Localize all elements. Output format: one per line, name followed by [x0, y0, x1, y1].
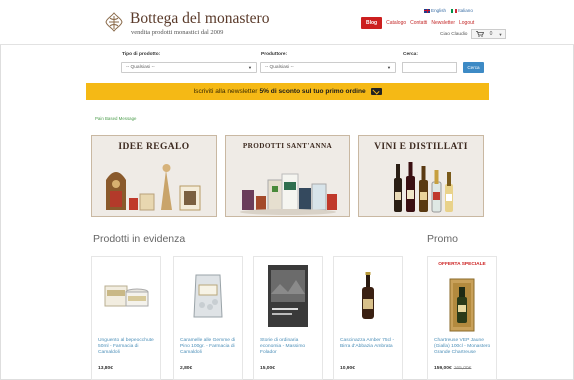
category-gift-ideas[interactable]: IDEE REGALO — [91, 135, 217, 217]
promo-product-card[interactable]: OFFERTA SPECIALE Chartreuse VEP Jaune (G… — [427, 256, 497, 380]
newsletter-discount: 5% di sconto sul tuo primo ordine — [259, 88, 366, 95]
monastery-logo-icon[interactable] — [103, 11, 125, 33]
lang-italian[interactable]: Italiano — [451, 8, 473, 13]
category-santanna-products[interactable]: PRODOTTI SANT'ANNA — [225, 135, 350, 217]
language-switcher: English Italiano — [424, 8, 473, 13]
product-filters: Tipo di prodotto: -- Qualsiasi -- ▼ Produ… — [0, 46, 574, 80]
site-header: Bottega del monastero vendita prodotti m… — [0, 0, 574, 45]
user-greeting[interactable]: Ciao Claudio — [440, 32, 467, 37]
liqueur-box-image — [449, 278, 475, 332]
wines-spirits-image — [394, 162, 453, 213]
gift-ideas-image — [106, 164, 201, 211]
product-name[interactable]: Cascinazza Amber 75cl - Birra d'Abbazia … — [340, 338, 400, 350]
product-name[interactable]: Caramelle alle Gemme di Pino 100gr. - Fa… — [180, 338, 240, 357]
brand-subtitle: vendita prodotti monastici dal 2009 — [131, 29, 224, 36]
chevron-down-icon: ▼ — [248, 65, 252, 70]
cart-button[interactable]: 0 ▼ — [471, 29, 507, 39]
santanna-products-image — [240, 173, 337, 215]
product-image[interactable] — [180, 265, 236, 327]
ointment-jar-image — [104, 285, 149, 307]
product-image[interactable] — [98, 265, 154, 327]
product-price: 10,90€ — [340, 366, 355, 371]
product-price: 159,00€ 165,00€ — [434, 366, 471, 371]
lang-english[interactable]: English — [424, 8, 446, 13]
top-navigation: Blog Catalogo Contatti Newsletter Logout — [361, 17, 474, 29]
candy-bag-image — [193, 274, 223, 318]
special-offer-badge: OFFERTA SPECIALE — [438, 262, 486, 267]
original-price: 165,00€ — [453, 366, 472, 371]
product-price: 15,00€ — [260, 366, 275, 371]
nav-catalog[interactable]: Catalogo — [386, 20, 406, 26]
nav-blog-button[interactable]: Blog — [361, 17, 383, 29]
promo-title: Promo — [427, 233, 458, 245]
producer-select[interactable]: -- Qualsiasi -- ▼ — [260, 62, 396, 73]
beer-bottle-image — [362, 272, 374, 319]
product-card[interactable]: Unguento al bepeocchute 50ml - Farmacia … — [91, 256, 161, 380]
producer-label: Produttore: — [261, 52, 288, 57]
breadcrumb[interactable]: Pain Based Message — [95, 116, 137, 121]
cart-icon — [475, 31, 484, 37]
newsletter-text: Iscriviti alla newsletter — [193, 88, 258, 95]
product-card[interactable]: Cascinazza Amber 75cl - Birra d'Abbazia … — [333, 256, 403, 380]
product-image[interactable] — [340, 265, 396, 327]
newsletter-banner[interactable]: Iscriviti alla newsletter 5% di sconto s… — [86, 83, 489, 100]
chevron-down-icon: ▼ — [387, 65, 391, 70]
search-label: Cerca: — [403, 52, 418, 57]
book-cover-image — [268, 265, 308, 327]
cart-count: 0 — [489, 31, 493, 37]
product-name[interactable]: Unguento al bepeocchute 50ml - Farmacia … — [98, 338, 158, 357]
search-button[interactable]: Cerca — [463, 62, 484, 73]
category-wines-spirits[interactable]: VINI E DISTILLATI — [358, 135, 484, 217]
product-type-label: Tipo di prodotto: — [122, 52, 161, 57]
product-price: 13,80€ — [98, 366, 113, 371]
product-image[interactable] — [260, 265, 316, 327]
chevron-down-icon: ▼ — [498, 31, 503, 37]
promo-price: 159,00€ — [434, 366, 452, 371]
nav-newsletter[interactable]: Newsletter — [431, 20, 455, 26]
product-image[interactable] — [434, 273, 490, 335]
product-price: 2,80€ — [180, 366, 193, 371]
italy-flag-icon — [451, 8, 458, 13]
user-area: Ciao Claudio 0 ▼ — [440, 29, 507, 39]
product-card[interactable]: Caramelle alle Gemme di Pino 100gr. - Fa… — [173, 256, 243, 380]
search-input[interactable] — [402, 62, 457, 73]
product-card[interactable]: Storie di ordinaria economia - Massimo F… — [253, 256, 323, 380]
nav-contact[interactable]: Contatti — [410, 20, 427, 26]
product-name[interactable]: Chartreuse VEP Jaune (Gialla) 100cl - Mo… — [434, 338, 494, 357]
brand-title[interactable]: Bottega del monastero — [130, 10, 269, 28]
nav-logout[interactable]: Logout — [459, 20, 474, 26]
product-type-select[interactable]: -- Qualsiasi -- ▼ — [121, 62, 257, 73]
uk-flag-icon — [424, 8, 430, 13]
product-name[interactable]: Storie di ordinaria economia - Massimo F… — [260, 338, 320, 357]
mail-icon — [370, 88, 382, 95]
featured-products-title: Prodotti in evidenza — [93, 233, 186, 245]
